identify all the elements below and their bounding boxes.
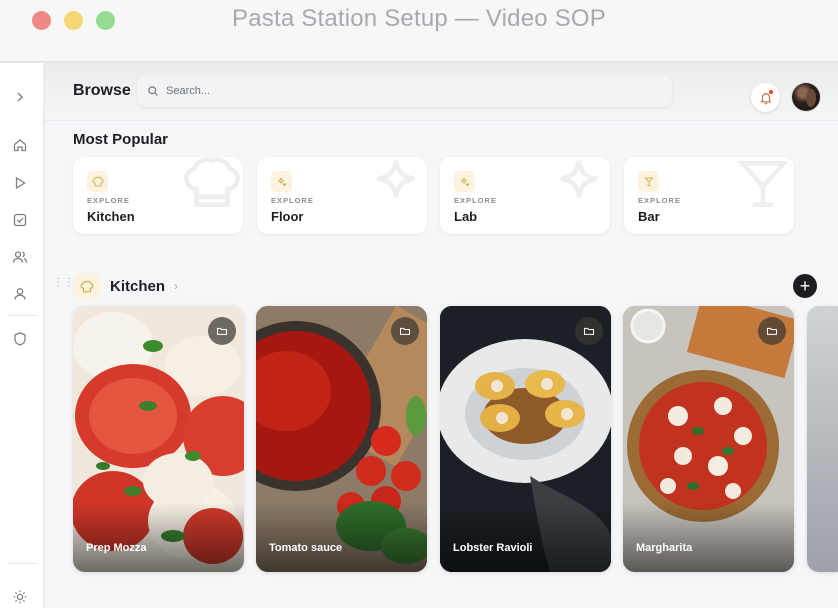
window-titlebar: Pasta Station Setup — Video SOP: [0, 0, 838, 62]
sidebar-item-profile[interactable]: [9, 283, 31, 305]
cocktail-icon: [638, 171, 659, 192]
category-kicker: EXPLORE: [87, 196, 130, 205]
video-title: Lobster Ravioli: [453, 542, 533, 554]
category-card-floor[interactable]: EXPLORE Floor: [257, 157, 427, 234]
user-avatar[interactable]: [792, 83, 820, 111]
video-card-prep-mozza[interactable]: Prep Mozza: [73, 306, 244, 572]
folder-button[interactable]: [758, 317, 786, 345]
sparkle-watermark-icon: [548, 157, 610, 215]
category-kicker: EXPLORE: [638, 196, 681, 205]
video-title: Prep Mozza: [86, 542, 147, 554]
sidebar-divider: [8, 315, 36, 316]
notification-dot: [769, 90, 773, 94]
window-title: Pasta Station Setup — Video SOP: [232, 5, 606, 32]
sun-icon: [13, 590, 27, 604]
user-icon: [14, 288, 26, 300]
drag-handle-icon[interactable]: ⋮⋮: [53, 278, 74, 292]
notifications-button[interactable]: [751, 83, 780, 112]
card-gradient: [623, 502, 794, 572]
sidebar-item-videos[interactable]: [9, 172, 31, 194]
sidebar-item-home[interactable]: [9, 134, 31, 156]
video-card-partial[interactable]: [807, 306, 838, 572]
play-icon: [15, 176, 26, 190]
folder-button[interactable]: [208, 317, 236, 345]
most-popular-heading: Most Popular: [73, 131, 169, 148]
main-content: Browse Most Popular EXPLORE Kitchen EXPL…: [45, 63, 838, 608]
kitchen-row-header: ⋮⋮ Kitchen › +: [45, 269, 838, 303]
card-gradient: [440, 502, 611, 572]
folder-icon: [399, 327, 411, 335]
sidebar-item-team[interactable]: [9, 246, 31, 268]
video-title: Margharita: [636, 542, 693, 554]
category-name: Floor: [271, 209, 304, 224]
category-kicker: EXPLORE: [454, 196, 497, 205]
chef-hat-icon: [73, 273, 101, 300]
users-icon: [12, 251, 28, 263]
sparkle-icon: [454, 171, 475, 192]
top-bar: Browse: [45, 63, 838, 121]
card-gradient: [73, 502, 244, 572]
page-title: Browse: [73, 82, 131, 99]
folder-button[interactable]: [391, 317, 419, 345]
expand-sidebar-button[interactable]: [9, 86, 31, 108]
category-kicker: EXPLORE: [271, 196, 314, 205]
sidebar-item-security[interactable]: [9, 328, 31, 350]
checkbox-icon: [13, 213, 27, 227]
search-input[interactable]: [166, 85, 646, 97]
sparkle-watermark-icon: [365, 157, 427, 215]
search-bar[interactable]: [137, 75, 672, 107]
folder-icon: [216, 327, 228, 335]
sidebar: [0, 63, 44, 608]
category-name: Kitchen: [87, 209, 135, 224]
folder-button[interactable]: [575, 317, 603, 345]
chevron-right-icon: [17, 92, 23, 102]
card-gradient: [256, 502, 427, 572]
category-card-lab[interactable]: EXPLORE Lab: [440, 157, 610, 234]
search-icon: [148, 86, 158, 96]
video-card-margharita[interactable]: Margharita: [623, 306, 794, 572]
category-card-kitchen[interactable]: EXPLORE Kitchen: [73, 157, 243, 234]
video-card-tomato-sauce[interactable]: Tomato sauce: [256, 306, 427, 572]
chef-hat-watermark-icon: [181, 157, 243, 215]
folder-icon: [766, 327, 778, 335]
sidebar-item-tasks[interactable]: [9, 209, 31, 231]
sparkle-icon: [271, 171, 292, 192]
chef-hat-icon: [87, 171, 108, 192]
cocktail-watermark-icon: [732, 157, 794, 215]
sidebar-divider: [8, 563, 36, 564]
video-card-lobster-ravioli[interactable]: Lobster Ravioli: [440, 306, 611, 572]
sidebar-item-theme[interactable]: [9, 586, 31, 608]
category-name: Bar: [638, 209, 660, 224]
home-icon: [13, 139, 27, 152]
shield-icon: [14, 332, 26, 346]
category-name: Lab: [454, 209, 478, 224]
add-video-button[interactable]: +: [793, 274, 817, 298]
category-card-bar[interactable]: EXPLORE Bar: [624, 157, 794, 234]
kitchen-row-title[interactable]: Kitchen: [110, 278, 165, 295]
folder-icon: [583, 327, 595, 335]
chevron-right-icon[interactable]: ›: [174, 279, 178, 293]
video-title: Tomato sauce: [269, 542, 343, 554]
